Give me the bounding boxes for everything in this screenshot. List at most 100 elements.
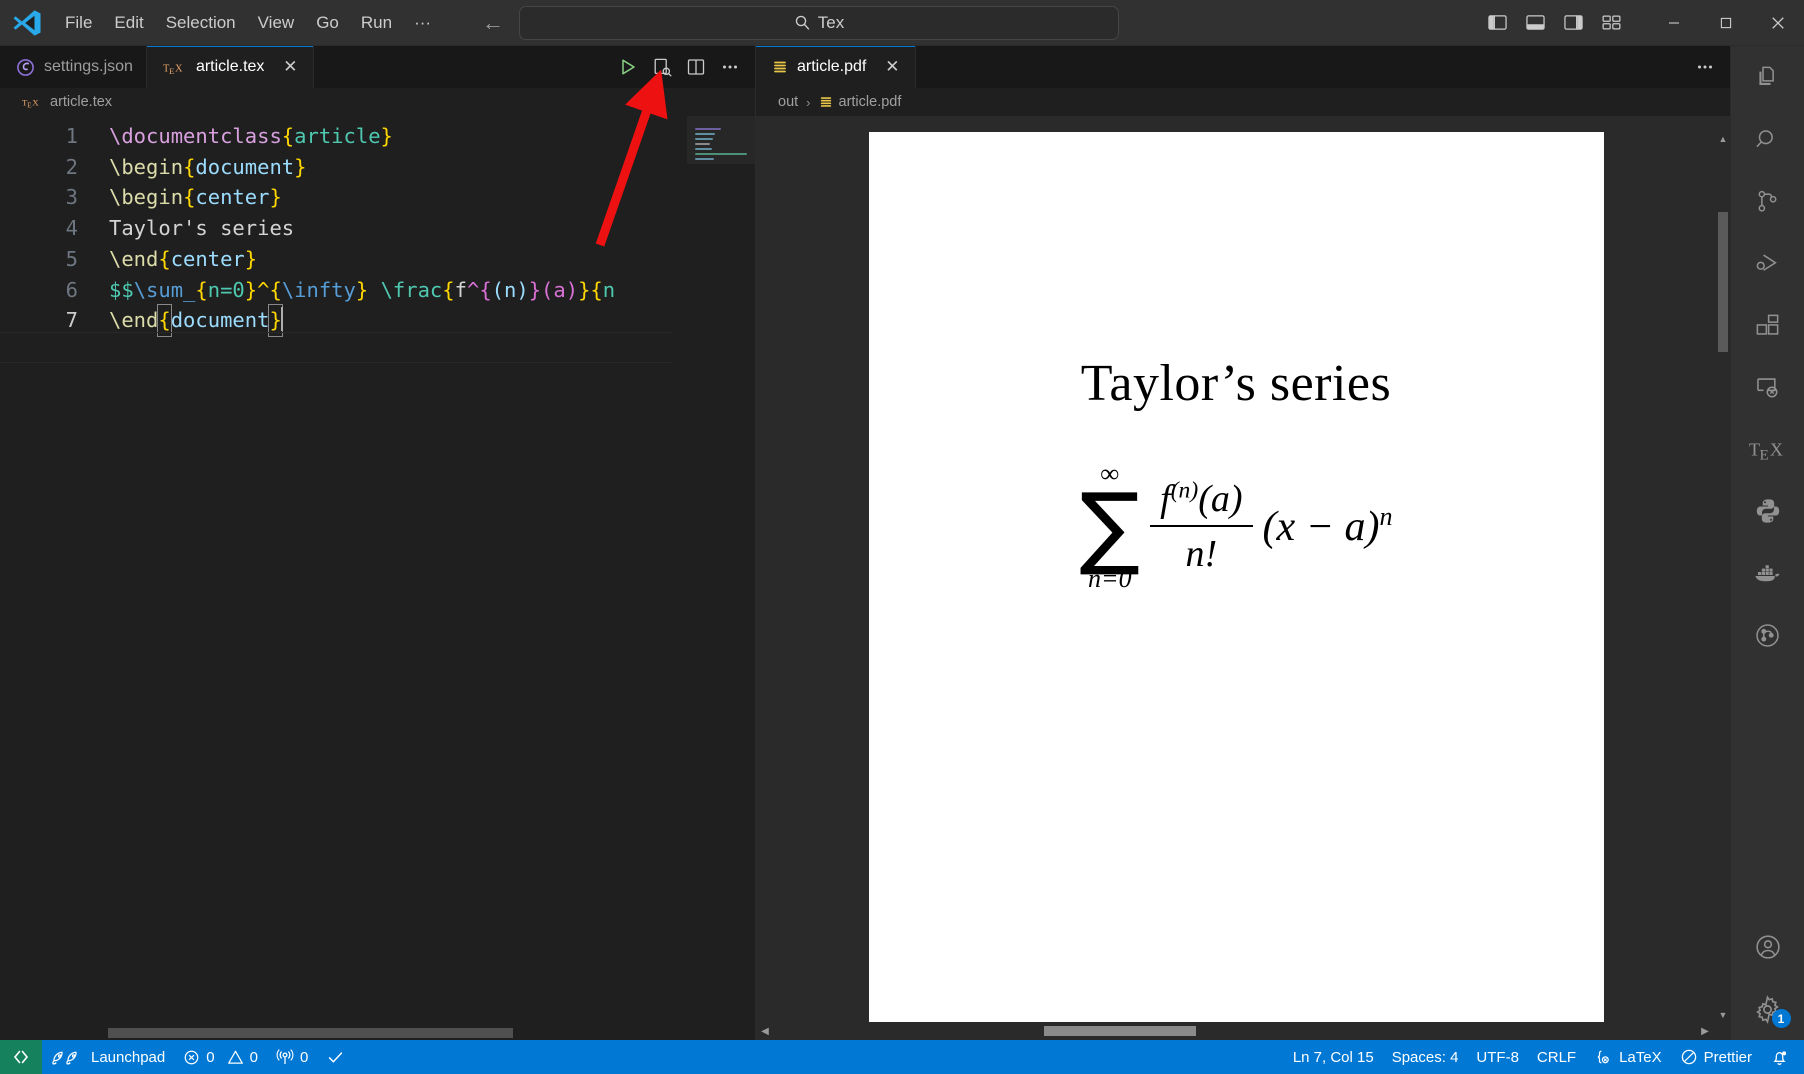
code-content[interactable]: 1 \documentclass{article} 2 \begin{documen…: [0, 116, 673, 337]
status-error-count: 0: [206, 1048, 215, 1066]
menu-run[interactable]: Run: [350, 8, 403, 38]
menu-view[interactable]: View: [247, 8, 306, 38]
close-icon[interactable]: ✕: [280, 57, 300, 77]
scroll-right-icon[interactable]: ▶: [1696, 1026, 1714, 1037]
breadcrumb-file[interactable]: article.tex: [50, 94, 112, 110]
search-icon: [794, 14, 811, 31]
toggle-secondary-sidebar-icon[interactable]: [1558, 8, 1588, 38]
toggle-primary-sidebar-icon[interactable]: [1482, 8, 1512, 38]
minimap-line: [695, 128, 721, 130]
status-warning-count: 0: [249, 1048, 258, 1066]
layout-controls: [1482, 8, 1626, 38]
go-back-icon[interactable]: ←: [482, 11, 504, 34]
tab-article-pdf[interactable]: article.pdf ✕: [756, 46, 917, 88]
activity-run-and-debug-icon[interactable]: [1731, 232, 1804, 294]
scrollbar-thumb[interactable]: [1718, 212, 1728, 352]
activity-remote-explorer-icon[interactable]: [1731, 356, 1804, 418]
status-remote-window[interactable]: [0, 1040, 42, 1074]
status-prettier[interactable]: Prettier: [1671, 1040, 1761, 1074]
activity-latex-tex-icon[interactable]: T E X: [1731, 418, 1804, 480]
code-text-area[interactable]: 1 \documentclass{article} 2 \begin{documen…: [0, 116, 673, 1026]
menu-more-icon[interactable]: ···: [403, 8, 442, 38]
json-settings-icon: [16, 58, 35, 77]
activity-explorer-icon[interactable]: [1731, 46, 1804, 108]
command-center-search[interactable]: Tex: [519, 5, 1119, 40]
status-indentation[interactable]: Spaces: 4: [1383, 1040, 1468, 1074]
split-editor-right-icon[interactable]: [681, 52, 711, 82]
sigma-icon: ∑: [1079, 474, 1141, 579]
menu-edit[interactable]: Edit: [103, 8, 154, 38]
overview-ruler[interactable]: [673, 116, 687, 1026]
status-notifications[interactable]: [1761, 1040, 1798, 1074]
status-encoding[interactable]: UTF-8: [1467, 1040, 1528, 1074]
menu-selection[interactable]: Selection: [155, 8, 247, 38]
radio-tower-icon: [276, 1048, 294, 1066]
scroll-down-icon[interactable]: ▼: [1716, 1008, 1730, 1022]
vscode-logo-icon: [0, 8, 54, 38]
pdf-horizontal-scrollbar[interactable]: ◀ ▶: [756, 1022, 1730, 1040]
close-icon[interactable]: ✕: [882, 57, 902, 77]
minimap-line: [695, 133, 715, 135]
scrollbar-thumb[interactable]: [108, 1028, 513, 1038]
svg-text:X: X: [175, 63, 183, 74]
line-number: 2: [65, 154, 78, 179]
fraction-numerator: f(n)(a): [1160, 477, 1243, 521]
minimap-line: [695, 153, 747, 155]
more-actions-icon[interactable]: [1690, 52, 1720, 82]
status-cursor-label: Ln 7, Col 15: [1292, 1048, 1374, 1066]
activity-python-icon[interactable]: [1731, 480, 1804, 542]
pdf-viewer[interactable]: Taylor’s series ∞ ∑ n=0 f(n)(a) n! (x − …: [756, 116, 1730, 1040]
breadcrumb-left: T E X article.tex: [0, 88, 755, 116]
activity-bar: T E X 1: [1730, 46, 1804, 1040]
toggle-panel-icon[interactable]: [1520, 8, 1550, 38]
editor-area: settings.json T E X article.tex ✕ T E X …: [0, 46, 1730, 1040]
check-icon: [326, 1048, 345, 1067]
tab-settings-json[interactable]: settings.json: [0, 46, 147, 88]
activity-settings-gear-icon[interactable]: 1: [1731, 978, 1804, 1040]
scroll-up-icon[interactable]: ▲: [1716, 132, 1730, 146]
activity-search-icon[interactable]: [1731, 108, 1804, 170]
editor-horizontal-scrollbar[interactable]: [0, 1026, 755, 1040]
editor-group-left: settings.json T E X article.tex ✕ T E X …: [0, 46, 755, 1040]
status-cursor-position[interactable]: Ln 7, Col 15: [1284, 1040, 1383, 1074]
tab-article-tex[interactable]: T E X article.tex ✕: [146, 46, 315, 88]
status-problems[interactable]: 0 0: [174, 1040, 267, 1074]
window-maximize-button[interactable]: [1700, 0, 1752, 46]
pdf-vertical-scrollbar[interactable]: ▲ ▼: [1716, 132, 1730, 1022]
breadcrumb-file[interactable]: article.pdf: [839, 94, 902, 110]
minimap[interactable]: [687, 116, 755, 1026]
scroll-left-icon[interactable]: ◀: [756, 1026, 774, 1037]
window-close-button[interactable]: [1752, 0, 1804, 46]
minimap-slider[interactable]: [687, 116, 755, 164]
svg-text:T: T: [1749, 440, 1760, 460]
settings-badge: 1: [1771, 1009, 1791, 1028]
rocket-icon: [51, 1048, 85, 1066]
scrollbar-thumb[interactable]: [1044, 1026, 1196, 1036]
status-launchpad[interactable]: Launchpad: [42, 1040, 174, 1074]
activity-gitlens-icon[interactable]: [1731, 604, 1804, 666]
activity-account-icon[interactable]: [1731, 916, 1804, 978]
warning-icon: [227, 1049, 244, 1066]
window-minimize-button[interactable]: [1648, 0, 1700, 46]
status-eol[interactable]: CRLF: [1528, 1040, 1585, 1074]
prettier-circle-icon: [1680, 1048, 1698, 1066]
more-actions-icon[interactable]: [715, 52, 745, 82]
minimap-line: [695, 138, 713, 140]
customize-layout-icon[interactable]: [1596, 8, 1626, 38]
breadcrumb-folder[interactable]: out: [778, 94, 798, 110]
latex-brace-icon: [1594, 1048, 1613, 1067]
workbench-body: settings.json T E X article.tex ✕ T E X …: [0, 46, 1804, 1040]
status-ports[interactable]: 0: [267, 1040, 317, 1074]
view-latex-pdf-icon[interactable]: [647, 52, 677, 82]
status-check[interactable]: [317, 1040, 354, 1074]
activity-docker-icon[interactable]: [1731, 542, 1804, 604]
code-editor[interactable]: 1 \documentclass{article} 2 \begin{documen…: [0, 116, 755, 1026]
activity-source-control-icon[interactable]: [1731, 170, 1804, 232]
activity-extensions-icon[interactable]: [1731, 294, 1804, 356]
run-build-latex-icon[interactable]: [613, 52, 643, 82]
menu-file[interactable]: File: [54, 8, 103, 38]
pdf-scroll-area[interactable]: Taylor’s series ∞ ∑ n=0 f(n)(a) n! (x − …: [756, 116, 1730, 1022]
menu-go[interactable]: Go: [305, 8, 350, 38]
status-language-mode[interactable]: LaTeX: [1585, 1040, 1671, 1074]
tab-label: article.tex: [195, 58, 265, 75]
